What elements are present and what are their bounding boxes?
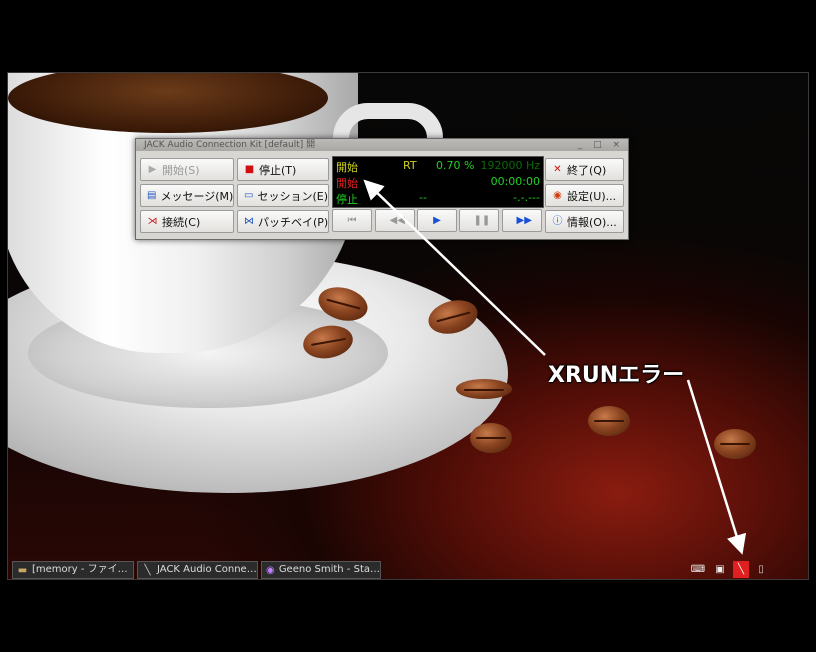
rewind-start-button[interactable]: ⏮: [332, 209, 372, 232]
play-icon: ▶: [433, 215, 441, 226]
task-label: [memory - ファイ…: [32, 564, 128, 575]
patchbay-button[interactable]: ⋈ パッチベイ(P): [237, 210, 329, 233]
taskbar-item-jack[interactable]: ╲ JACK Audio Conne…: [137, 561, 258, 579]
jack-xrun-tray-icon[interactable]: ╲: [733, 561, 749, 578]
session-button[interactable]: ▭ セッション(E): [237, 184, 329, 207]
quit-icon: ✕: [553, 164, 562, 175]
start-button[interactable]: ▶ 開始(S): [140, 158, 234, 181]
session-button-label: セッション(E): [257, 189, 328, 203]
task-label: JACK Audio Conne…: [157, 564, 257, 575]
coffee-bean: [470, 423, 512, 453]
rewind-button[interactable]: ◀◀: [375, 209, 415, 232]
quit-button[interactable]: ✕ 終了(Q): [545, 158, 624, 181]
dsp-load: 0.70 %: [436, 159, 475, 172]
battery-icon[interactable]: ▯: [753, 561, 769, 578]
fast-forward-button[interactable]: ▶▶: [502, 209, 542, 232]
stop-icon: ■: [244, 164, 255, 175]
about-button-label: 情報(O)...: [567, 215, 617, 229]
xrun-annotation: XRUNエラー: [548, 363, 685, 388]
media-player-icon: ◉: [266, 564, 275, 576]
setup-button-label: 設定(U)...: [567, 189, 617, 203]
transport-bpm: --: [419, 191, 427, 204]
session-folder-icon: ▭: [244, 190, 254, 201]
pause-button[interactable]: ❚❚: [459, 209, 499, 232]
folder-icon: ▬: [17, 564, 28, 576]
coffee-bean: [456, 379, 512, 399]
task-label: Geeno Smith - Sta…: [278, 564, 380, 575]
time-display: 00:00:00: [490, 175, 540, 188]
stop-button-label: 停止(T): [259, 163, 297, 177]
window-controls[interactable]: _ □ ×: [578, 139, 624, 151]
jack-control-window: JACK Audio Connection Kit [default] 開 _ …: [135, 138, 629, 240]
skip-back-icon: ⏮: [347, 215, 357, 226]
server-state-xrun: 開始: [336, 177, 358, 190]
connect-button-label: 接続(C): [162, 215, 201, 229]
fast-forward-icon: ▶▶: [516, 215, 532, 226]
messages-button-label: メッセージ(M): [160, 189, 234, 203]
patchbay-button-label: パッチベイ(P): [258, 215, 329, 229]
pause-icon: ❚❚: [473, 215, 491, 226]
status-display[interactable]: 開始 開始 停止 RT 0.70 % 192000 Hz 00:00:00 --…: [332, 156, 544, 208]
setup-icon: ◉: [553, 190, 562, 201]
coffee-bean: [714, 429, 756, 459]
keyboard-icon[interactable]: ⌨: [690, 561, 706, 578]
setup-button[interactable]: ◉ 設定(U)...: [545, 184, 624, 207]
window-title: JACK Audio Connection Kit [default] 開: [144, 140, 316, 150]
rt-label: RT: [403, 159, 417, 172]
patchbay-icon: ⋈: [244, 216, 254, 227]
play-icon: ▶: [148, 164, 157, 175]
coffee-bean: [588, 406, 630, 436]
sample-rate: 192000 Hz: [480, 159, 540, 172]
transport-time: -.-.---: [513, 191, 540, 204]
connect-icon: ⋊: [147, 216, 158, 227]
chat-icon[interactable]: ▣: [712, 561, 728, 578]
coffee-image: [8, 73, 328, 133]
info-icon: ⓘ: [552, 216, 563, 227]
taskbar-item-media-player[interactable]: ◉ Geeno Smith - Sta…: [261, 561, 381, 579]
quit-button-label: 終了(Q): [567, 163, 607, 177]
server-state-started: 開始: [336, 161, 358, 174]
about-button[interactable]: ⓘ 情報(O)...: [545, 210, 624, 233]
start-button-label: 開始(S): [162, 163, 200, 177]
messages-icon: ▤: [147, 190, 157, 201]
taskbar: ▬ [memory - ファイ… ╲ JACK Audio Conne… ◉ G…: [8, 560, 808, 580]
rewind-icon: ◀◀: [389, 215, 405, 226]
window-titlebar[interactable]: JACK Audio Connection Kit [default] 開 _ …: [136, 139, 628, 151]
taskbar-item-file-manager[interactable]: ▬ [memory - ファイ…: [12, 561, 134, 579]
server-state-stopped: 停止: [336, 193, 358, 206]
connect-button[interactable]: ⋊ 接続(C): [140, 210, 234, 233]
play-button[interactable]: ▶: [417, 209, 457, 232]
jack-icon: ╲: [144, 564, 151, 576]
stop-button[interactable]: ■ 停止(T): [237, 158, 329, 181]
messages-button[interactable]: ▤ メッセージ(M): [140, 184, 234, 207]
